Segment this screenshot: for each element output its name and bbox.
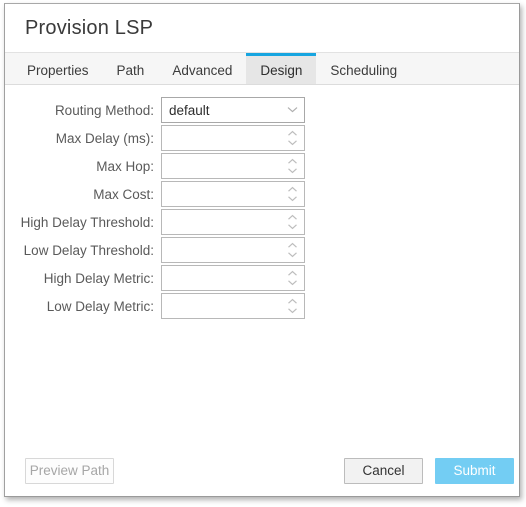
- tab-scheduling[interactable]: Scheduling: [316, 53, 411, 84]
- page-title: Provision LSP: [25, 17, 154, 39]
- submit-button[interactable]: Submit: [435, 458, 514, 484]
- form-row: Low Delay Threshold:: [5, 236, 519, 264]
- tab-path[interactable]: Path: [103, 53, 159, 84]
- low-delay-metric-input[interactable]: [161, 293, 305, 319]
- routing-method-select[interactable]: [161, 97, 305, 123]
- low-delay-metric-field-wrapper: [161, 293, 305, 319]
- design-form: Routing Method: Max Delay (ms): Max Hop: Ma…: [5, 96, 519, 320]
- label-low-delay-threshold: Low Delay Threshold:: [23, 242, 154, 258]
- label-routing-method: Routing Method:: [54, 102, 154, 118]
- form-row: Max Delay (ms):: [5, 124, 519, 152]
- max-delay-input[interactable]: [161, 125, 305, 151]
- high-delay-threshold-input[interactable]: [161, 209, 305, 235]
- high-delay-metric-input[interactable]: [161, 265, 305, 291]
- tab-bar: Properties Path Advanced Design Scheduling: [5, 52, 519, 85]
- tab-properties[interactable]: Properties: [13, 53, 103, 84]
- low-delay-threshold-field-wrapper: [161, 237, 305, 263]
- tab-advanced[interactable]: Advanced: [158, 53, 246, 84]
- label-low-delay-metric: Low Delay Metric:: [46, 298, 154, 314]
- label-max-delay: Max Delay (ms):: [55, 130, 154, 146]
- max-cost-field-wrapper: [161, 181, 305, 207]
- preview-path-button[interactable]: Preview Path: [25, 458, 114, 484]
- label-high-delay-threshold: High Delay Threshold:: [20, 214, 154, 230]
- form-row: Max Cost:: [5, 180, 519, 208]
- form-row: High Delay Metric:: [5, 264, 519, 292]
- high-delay-threshold-field-wrapper: [161, 209, 305, 235]
- low-delay-threshold-input[interactable]: [161, 237, 305, 263]
- max-hop-input[interactable]: [161, 153, 305, 179]
- form-row: Max Hop:: [5, 152, 519, 180]
- dialog-footer: Preview Path Cancel Submit: [5, 439, 519, 496]
- form-row: Routing Method:: [5, 96, 519, 124]
- cancel-button[interactable]: Cancel: [344, 458, 423, 484]
- provision-lsp-dialog: Provision LSP Properties Path Advanced Desi…: [0, 0, 526, 507]
- tab-design[interactable]: Design: [246, 53, 317, 84]
- max-delay-field-wrapper: [161, 125, 305, 151]
- dialog-titlebar: Provision LSP: [5, 4, 519, 52]
- form-row: Low Delay Metric:: [5, 292, 519, 320]
- high-delay-metric-field-wrapper: [161, 265, 305, 291]
- dialog-window: Provision LSP Properties Path Advanced Desi…: [4, 3, 520, 497]
- label-high-delay-metric: High Delay Metric:: [43, 270, 154, 286]
- routing-method-field-wrapper: [161, 97, 305, 123]
- form-row: High Delay Threshold:: [5, 208, 519, 236]
- max-hop-field-wrapper: [161, 153, 305, 179]
- max-cost-input[interactable]: [161, 181, 305, 207]
- dialog-body: Routing Method: Max Delay (ms): Max Hop: Ma…: [5, 85, 519, 439]
- label-max-cost: Max Cost:: [93, 186, 154, 202]
- label-max-hop: Max Hop:: [96, 158, 154, 174]
